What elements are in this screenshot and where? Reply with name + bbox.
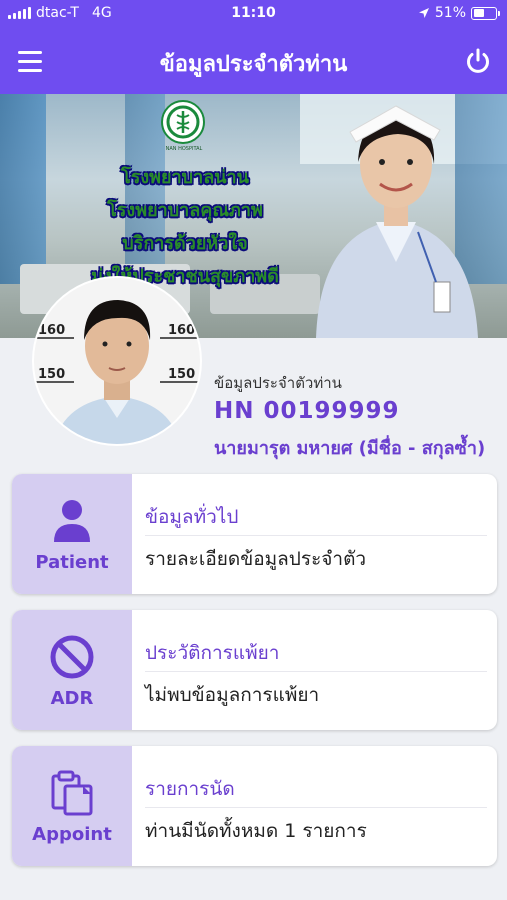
svg-text:160: 160 [168,323,195,338]
card-title: รายการนัด [145,778,235,800]
card-title: ข้อมูลทั่วไป [145,506,239,528]
battery-fill [473,9,485,17]
svg-text:150: 150 [38,367,65,382]
battery-icon [471,6,500,20]
card-title: ประวัติการแพ้ยา [145,642,280,664]
patient-name: นายมารุต มหายศ (มีชื่อ - สกุลซ้ำ) [214,438,486,459]
card-side-label: Appoint [32,824,112,845]
card-side-adr: ADR [12,610,132,730]
hospital-number: HN 00199999 [214,398,400,424]
avatar: 160 160 150 150 [34,278,200,444]
clipboard-icon [51,770,93,816]
svg-text:150: 150 [168,367,195,382]
location-arrow-icon [418,8,429,18]
card-divider [145,671,487,672]
hospital-logo [161,100,205,144]
card-divider [145,807,487,808]
adr-card[interactable]: ADR ประวัติการแพ้ยา ไม่พบข้อมูลการแพ้ยา [12,610,497,730]
no-entry-icon [50,635,94,679]
patient-photo: 160 160 150 150 [34,278,200,444]
caduceus-icon [166,105,200,139]
card-description: รายละเอียดข้อมูลประจำตัว [145,548,367,570]
svg-text:160: 160 [38,323,65,338]
hospital-logo-text: NAN HOSPITAL [165,146,203,152]
card-divider [145,535,487,536]
card-description: ไม่พบข้อมูลการแพ้ยา [145,684,320,706]
card-side-appoint: Appoint [12,746,132,866]
card-description: ท่านมีนัดทั้งหมด 1 รายการ [145,820,367,842]
battery-percent: 51% [434,5,466,21]
card-side-patient: Patient [12,474,132,594]
appointment-card[interactable]: Appoint รายการนัด ท่านมีนัดทั้งหมด 1 ราย… [12,746,497,866]
patient-info-card[interactable]: Patient ข้อมูลทั่วไป รายละเอียดข้อมูลประ… [12,474,497,594]
page-title: ข้อมูลประจำตัวท่าน [159,52,348,77]
person-icon [54,500,90,542]
nav-bar: ข้อมูลประจำตัวท่าน [0,28,507,94]
profile-section: 160 160 150 150 ข้อมูลประจำตัวท่าน HN 0019… [0,278,507,466]
card-side-label: ADR [50,688,94,709]
profile-label: ข้อมูลประจำตัวท่าน [214,374,342,392]
card-side-label: Patient [35,552,109,573]
status-bar: dtac-T 4G 11:10 51% [0,0,507,28]
nurse-illustration [316,105,478,338]
status-right: 51% [418,5,500,21]
power-icon[interactable] [463,46,493,76]
